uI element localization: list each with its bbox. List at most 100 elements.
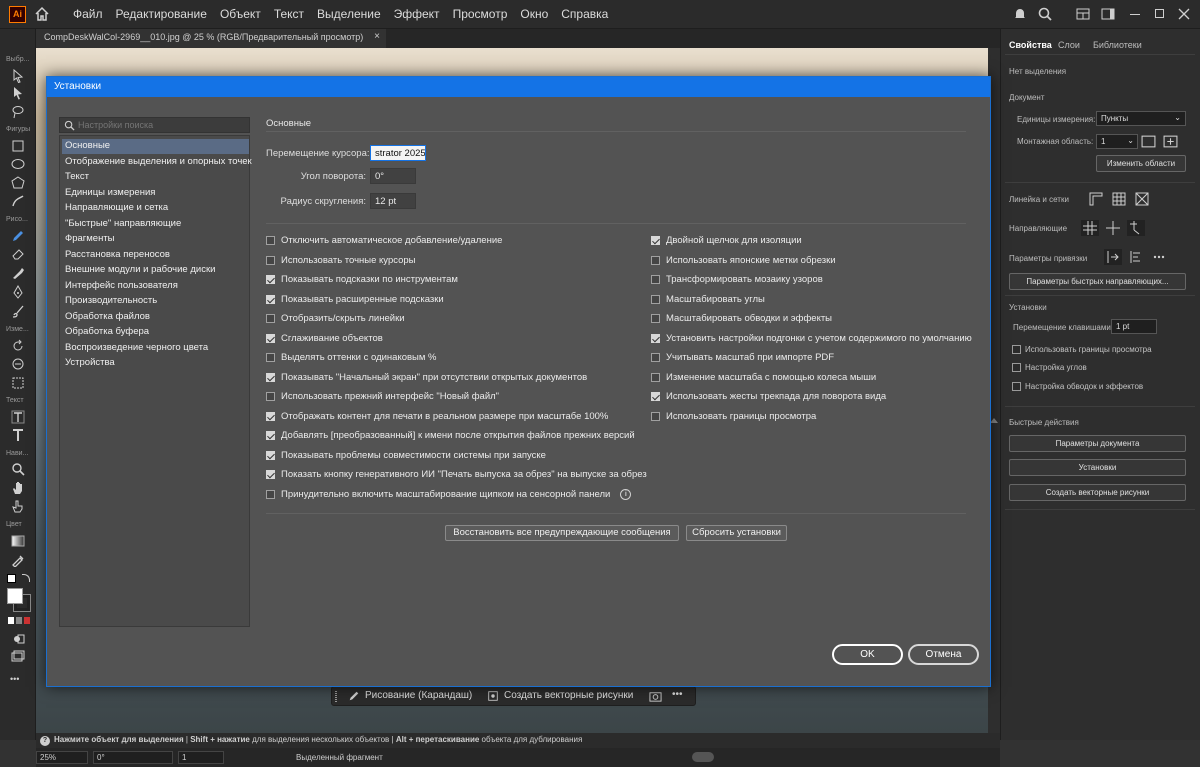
checkbox-box[interactable] [651, 372, 660, 382]
fill-color-swatch[interactable] [7, 588, 23, 604]
left-option-checkbox-9[interactable]: Отображать контент для печати в реальном… [266, 411, 608, 422]
more-options-button[interactable]: ••• [672, 689, 683, 700]
checkbox-box[interactable] [266, 294, 275, 304]
lasso-tool-icon[interactable] [11, 105, 25, 119]
ellipse-tool-icon[interactable] [11, 157, 25, 171]
nav-type[interactable]: Текст [62, 170, 249, 185]
pencil-tool-icon[interactable] [11, 229, 25, 243]
type-tool-icon[interactable] [11, 428, 25, 442]
left-option-checkbox-8[interactable]: Использовать прежний интерфейс "Новый фа… [266, 391, 499, 402]
left-option-checkbox-1[interactable]: Использовать точные курсоры [266, 255, 415, 266]
direct-selection-tool-icon[interactable] [11, 86, 25, 100]
nav-clipboard[interactable]: Обработка буфера [62, 325, 249, 340]
reset-warnings-button[interactable]: Восстановить все предупреждающие сообщен… [445, 525, 679, 541]
checkbox-box[interactable] [266, 314, 275, 323]
constrain-angle-input[interactable]: 0° [370, 168, 416, 184]
bell-icon[interactable] [1012, 6, 1028, 22]
checkbox-box[interactable] [651, 392, 660, 401]
print-tiling-tool-icon[interactable] [11, 499, 25, 513]
paintbrush-tool-icon[interactable] [11, 304, 25, 318]
nav-general[interactable]: Основные [62, 139, 249, 154]
current-tool-status[interactable]: Выделенный фрагмент [296, 753, 383, 762]
guides-lock-icon[interactable] [1104, 220, 1122, 236]
menu-window[interactable]: Окно [520, 7, 548, 21]
menu-select[interactable]: Выделение [317, 7, 381, 21]
nav-performance[interactable]: Производительность [62, 294, 249, 309]
grid-icon[interactable] [1110, 191, 1128, 207]
keyboard-increment-input[interactable]: strator 2025 [370, 145, 426, 161]
smart-guides-icon[interactable] [1127, 220, 1145, 236]
nav-smart-guides[interactable]: "Быстрые" направляющие [62, 217, 249, 232]
nav-units[interactable]: Единицы измерения [62, 186, 249, 201]
checkbox-box[interactable] [266, 489, 275, 499]
checkbox-box[interactable] [651, 255, 660, 265]
close-tab-icon[interactable]: × [374, 31, 380, 42]
right-option-checkbox-4[interactable]: Масштабировать обводки и эффекты [651, 313, 832, 324]
checkbox-box[interactable] [266, 372, 275, 382]
scale-corners-checkbox[interactable]: Настройка углов [1012, 363, 1087, 372]
color-mode-buttons[interactable] [8, 617, 30, 624]
left-option-checkbox-7[interactable]: Показывать "Начальный экран" при отсутст… [266, 372, 587, 383]
nav-slices[interactable]: Фрагменты [62, 232, 249, 247]
checkbox-box[interactable] [651, 411, 660, 421]
close-window-icon[interactable] [1178, 8, 1190, 20]
left-option-checkbox-3[interactable]: Показывать расширенные подсказки [266, 294, 444, 305]
edit-toolbar-button[interactable]: ••• [10, 674, 19, 684]
image-trace-icon[interactable] [649, 690, 662, 703]
pen-tool-icon[interactable] [11, 285, 25, 299]
left-option-checkbox-10[interactable]: Добавлять [преобразованный] к имени посл… [266, 430, 635, 441]
left-option-checkbox-13[interactable]: Принудительно включить масштабирование щ… [266, 488, 632, 500]
snap-more-icon[interactable] [1150, 249, 1168, 265]
workspace-icon[interactable] [1100, 6, 1116, 22]
checkbox-box[interactable] [266, 236, 275, 245]
blob-brush-tool-icon[interactable] [11, 266, 25, 280]
preferences-search[interactable] [59, 117, 250, 133]
eraser-tool-icon[interactable] [11, 247, 25, 261]
snap-to-glyph-icon[interactable] [1127, 249, 1145, 265]
touch-type-tool-icon[interactable] [11, 410, 25, 424]
right-option-checkbox-2[interactable]: Трансформировать мозаику узоров [651, 274, 823, 285]
left-option-checkbox-5[interactable]: Сглаживание объектов [266, 333, 383, 344]
nav-file-handling[interactable]: Обработка файлов [62, 310, 249, 325]
menu-file[interactable]: Файл [73, 7, 103, 21]
minimize-button[interactable] [1130, 14, 1140, 15]
zoom-tool-icon[interactable] [11, 462, 25, 476]
drag-handle[interactable] [335, 691, 337, 702]
left-option-checkbox-11[interactable]: Показывать проблемы совместимости систем… [266, 450, 546, 461]
screen-mode-icon[interactable] [11, 650, 25, 664]
cancel-button[interactable]: Отмена [908, 644, 979, 665]
artboard-add-icon[interactable] [1163, 134, 1178, 149]
menu-effect[interactable]: Эффект [394, 7, 440, 21]
rotate-view-select[interactable]: 0° [93, 751, 173, 764]
use-preview-bounds-checkbox[interactable]: Использовать границы просмотра [1012, 345, 1152, 354]
scale-strokes-checkbox[interactable]: Настройка обводок и эффектов [1012, 382, 1143, 391]
preferences-button[interactable]: Установки [1009, 459, 1186, 476]
nav-hyphenation[interactable]: Расстановка переносов [62, 248, 249, 263]
checkbox-box[interactable] [266, 255, 275, 265]
polygon-tool-icon[interactable] [11, 176, 25, 190]
checkbox-box[interactable] [266, 353, 275, 362]
checkbox-box[interactable] [651, 236, 660, 245]
left-option-checkbox-6[interactable]: Выделять оттенки с одинаковым % [266, 352, 437, 363]
units-select[interactable]: Пункты ⌄ [1096, 111, 1186, 126]
right-option-checkbox-1[interactable]: Использовать японские метки обрезки [651, 255, 836, 266]
nav-user-interface[interactable]: Интерфейс пользователя [62, 279, 249, 294]
artboard-navigator[interactable]: 1 [178, 751, 224, 764]
document-setup-button[interactable]: Параметры документа [1009, 435, 1186, 452]
smart-guides-settings-button[interactable]: Параметры быстрых направляющих... [1009, 273, 1186, 290]
nav-guides-grid[interactable]: Направляющие и сетка [62, 201, 249, 216]
menu-edit[interactable]: Редактирование [116, 7, 207, 21]
drawing-modes-icon[interactable] [11, 632, 25, 646]
right-option-checkbox-6[interactable]: Учитывать масштаб при импорте PDF [651, 352, 834, 363]
tab-properties[interactable]: Свойства [1009, 40, 1052, 50]
shaper-tool-icon[interactable] [11, 194, 25, 208]
arrange-documents-icon[interactable] [1075, 6, 1091, 22]
menu-object[interactable]: Объект [220, 7, 261, 21]
corner-radius-input[interactable]: 12 pt [370, 193, 416, 209]
artboard-select[interactable]: 1 ⌄ [1096, 134, 1138, 149]
create-vector-button[interactable]: Создать векторные рисунки [483, 688, 637, 704]
warp-tool-icon[interactable] [11, 357, 25, 371]
tab-libraries[interactable]: Библиотеки [1093, 40, 1142, 50]
info-icon[interactable]: i [620, 488, 632, 500]
artboard-options-icon[interactable] [1141, 134, 1156, 149]
